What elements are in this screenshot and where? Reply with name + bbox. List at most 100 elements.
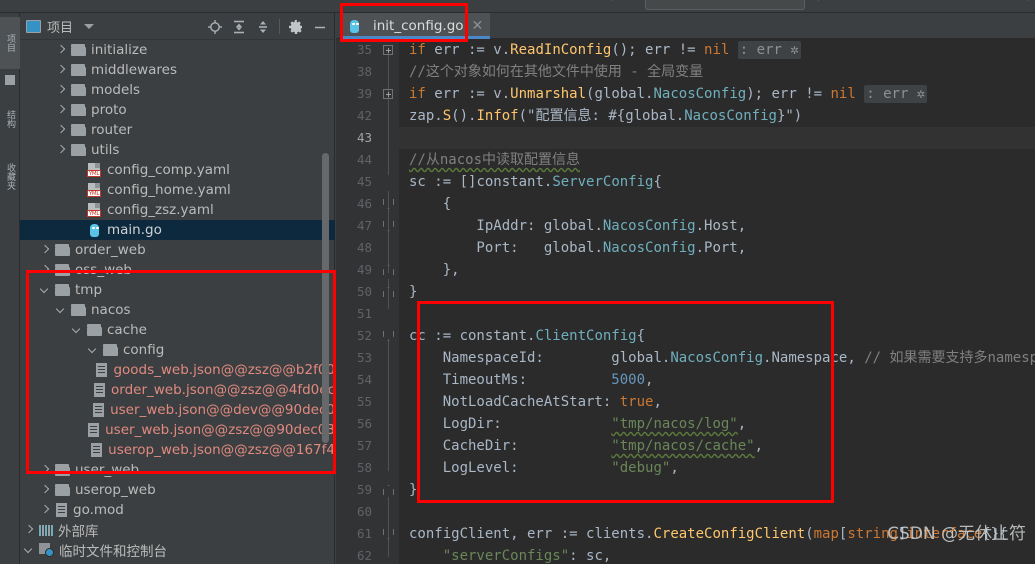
line-number[interactable]: 59 (336, 479, 399, 501)
minimize-icon[interactable] (312, 19, 328, 35)
code-line[interactable]: TimeoutMs: 5000, (399, 369, 1035, 391)
line-number[interactable]: 42 (336, 105, 399, 127)
line-number[interactable]: 50 (336, 281, 399, 303)
code-line[interactable] (399, 303, 1035, 325)
code-fold-toggle[interactable] (383, 199, 393, 209)
code-line[interactable]: { (399, 193, 1035, 215)
line-number[interactable]: 45 (336, 171, 399, 193)
expand-all-icon[interactable] (231, 19, 247, 35)
chevron-right-icon[interactable] (56, 125, 67, 136)
chevron-down-icon[interactable] (88, 345, 99, 356)
line-number[interactable]: 60 (336, 501, 399, 523)
line-number[interactable]: 46 (336, 193, 399, 215)
chevron-right-icon[interactable] (56, 85, 67, 96)
tree-item-order_web[interactable]: order_web (20, 240, 335, 260)
line-number[interactable]: 49 (336, 259, 399, 281)
code-line[interactable]: sc := []constant.ServerConfig{ (399, 171, 1035, 193)
collapse-all-icon[interactable] (255, 19, 271, 35)
code-line[interactable]: NamespaceId: global.NacosConfig.Namespac… (399, 347, 1035, 369)
close-icon[interactable]: ✕ (472, 19, 484, 33)
code-line[interactable]: }, (399, 259, 1035, 281)
tree-item-router[interactable]: router (20, 120, 335, 140)
code-line[interactable]: zap.S().Infof("配置信息: #{global.NacosConf… (399, 105, 1035, 127)
code-line[interactable]: LogDir: "tmp/nacos/log", (399, 413, 1035, 435)
tree-item-tmp[interactable]: tmp (20, 280, 335, 300)
tree-item-nacos[interactable]: nacos (20, 300, 335, 320)
code-fold-toggle[interactable] (383, 331, 393, 341)
tool-window-bookmarks[interactable]: 收藏夹 (0, 145, 20, 207)
code-line[interactable]: CacheDir: "tmp/nacos/cache", (399, 435, 1035, 457)
line-number-gutter[interactable]: 35 38 39 42 43 44 45 46 47 48 49 50 51 52 53 54 55 56 57 58… (336, 39, 399, 564)
gear-icon[interactable] (288, 19, 304, 35)
tree-item-userop_web.json@@zsz@@167f4[interactable]: userop_web.json@@zsz@@167f4 (20, 440, 335, 460)
tree-item-userop_web[interactable]: userop_web (20, 480, 335, 500)
code-line[interactable]: //从nacos中读取配置信息 (399, 149, 1035, 171)
run-configuration-selector[interactable] (645, 0, 805, 10)
tree-item----[interactable]: 外部库 (20, 520, 335, 540)
chevron-right-icon[interactable] (40, 465, 51, 476)
chevron-right-icon[interactable] (40, 245, 51, 256)
line-number[interactable]: 54 (336, 369, 399, 391)
tree-item-----[interactable]: 临时文件 (20, 560, 335, 564)
chevron-down-icon[interactable] (24, 545, 35, 556)
code-line[interactable] (399, 127, 1035, 149)
code-area[interactable]: 35 38 39 42 43 44 45 46 47 48 49 50 51 52 53 54 55 56 57 58… (336, 39, 1035, 564)
line-number[interactable]: 44 (336, 149, 399, 171)
code-line[interactable]: //这个对象如何在其他文件中使用 - 全局变量 (399, 61, 1035, 83)
tree-item-cache[interactable]: cache (20, 320, 335, 340)
sidebar-scrollbar-thumb[interactable] (322, 153, 329, 443)
chevron-right-icon[interactable] (56, 145, 67, 156)
code-line[interactable]: Port: global.NacosConfig.Port, (399, 237, 1035, 259)
tree-item-utils[interactable]: utils (20, 140, 335, 160)
code-fold-toggle[interactable] (383, 89, 393, 99)
code-text[interactable]: if err := v.ReadInConfig(); err != nil :… (399, 39, 1035, 564)
code-line[interactable]: IpAddr: global.NacosConfig.Host, (399, 215, 1035, 237)
tree-item-user_web.json@@dev@@90dec0[interactable]: user_web.json@@dev@@90dec0 (20, 400, 335, 420)
code-line[interactable]: NotLoadCacheAtStart: true, (399, 391, 1035, 413)
tree-item-proto[interactable]: proto (20, 100, 335, 120)
code-fold-toggle[interactable] (383, 45, 393, 55)
code-line[interactable]: } (399, 281, 1035, 303)
tree-item-go.mod[interactable]: go.mod (20, 500, 335, 520)
code-fold-toggle[interactable] (383, 265, 393, 275)
tree-item-models[interactable]: models (20, 80, 335, 100)
line-number[interactable]: 57 (336, 435, 399, 457)
line-number[interactable]: 47 (336, 215, 399, 237)
line-number[interactable]: 43 (336, 127, 399, 149)
line-number[interactable]: 62 (336, 545, 399, 564)
tree-item-config_comp.yaml[interactable]: YML config_comp.yaml (20, 160, 335, 180)
code-line[interactable]: if err := v.Unmarshal(global.NacosConfig… (399, 83, 1035, 105)
tree-item-main.go[interactable]: main.go (20, 220, 335, 240)
code-line[interactable]: } (399, 479, 1035, 501)
code-fold-toggle[interactable] (383, 221, 393, 231)
line-number[interactable]: 38 (336, 61, 399, 83)
chevron-right-icon[interactable] (56, 65, 67, 76)
chevron-down-icon[interactable] (84, 24, 94, 29)
chevron-right-icon[interactable] (40, 485, 51, 496)
tree-item-config_zsz.yaml[interactable]: YML config_zsz.yaml (20, 200, 335, 220)
code-line[interactable]: cc := constant.ClientConfig{ (399, 325, 1035, 347)
tree-item-middlewares[interactable]: middlewares (20, 60, 335, 80)
line-number[interactable]: 61 (336, 523, 399, 545)
tree-item-oss_web[interactable]: oss_web (20, 260, 335, 280)
chevron-down-icon[interactable] (72, 325, 83, 336)
tree-item-user_web[interactable]: user_web (20, 460, 335, 480)
tree-item-goods_web.json@@zsz@@b2f00[interactable]: goods_web.json@@zsz@@b2f00 (20, 360, 335, 380)
line-number[interactable]: 39 (336, 83, 399, 105)
line-number[interactable]: 58 (336, 457, 399, 479)
tree-item-user_web.json@@zsz@@90dec03[interactable]: user_web.json@@zsz@@90dec03 (20, 420, 335, 440)
line-number[interactable]: 53 (336, 347, 399, 369)
tool-window-structure[interactable]: 结构 (0, 97, 20, 141)
locate-icon[interactable] (207, 19, 223, 35)
chevron-right-icon[interactable] (56, 105, 67, 116)
tree-item-initialize[interactable]: initialize (20, 40, 335, 60)
code-fold-toggle[interactable] (383, 485, 393, 495)
tree-item-config_home.yaml[interactable]: YML config_home.yaml (20, 180, 335, 200)
code-line[interactable]: if err := v.ReadInConfig(); err != nil :… (399, 39, 1035, 61)
chevron-down-icon[interactable] (40, 285, 51, 296)
tool-window-project[interactable]: 项目 (0, 17, 20, 69)
line-number[interactable]: 35 (336, 39, 399, 61)
chevron-right-icon[interactable] (24, 525, 35, 536)
tree-item---------[interactable]: 临时文件和控制台 (20, 540, 335, 560)
line-number[interactable]: 55 (336, 391, 399, 413)
